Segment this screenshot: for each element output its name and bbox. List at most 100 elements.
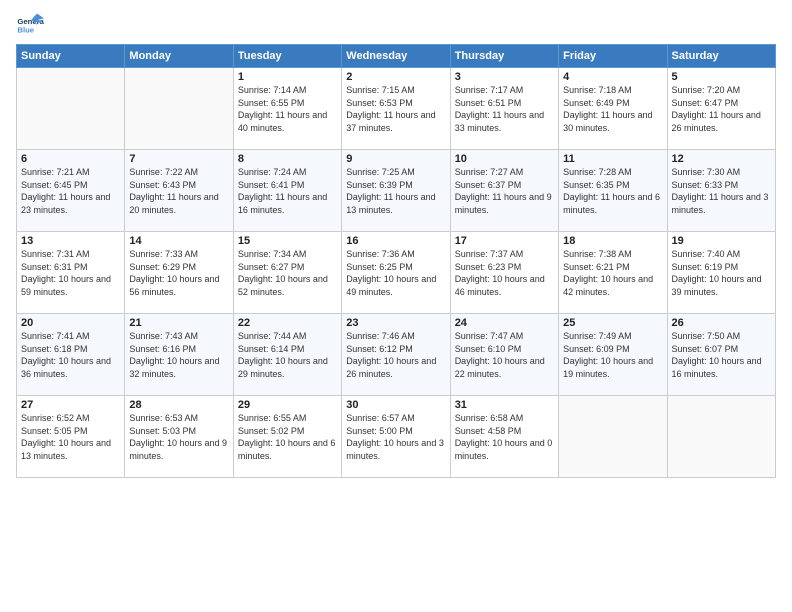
calendar-cell: 9Sunrise: 7:25 AM Sunset: 6:39 PM Daylig… — [342, 150, 450, 232]
calendar-cell: 23Sunrise: 7:46 AM Sunset: 6:12 PM Dayli… — [342, 314, 450, 396]
day-number: 21 — [129, 317, 228, 329]
day-info: Sunrise: 7:38 AM Sunset: 6:21 PM Dayligh… — [563, 248, 662, 298]
day-info: Sunrise: 7:18 AM Sunset: 6:49 PM Dayligh… — [563, 84, 662, 134]
calendar-cell — [559, 396, 667, 478]
day-number: 26 — [672, 317, 771, 329]
calendar-cell: 27Sunrise: 6:52 AM Sunset: 5:05 PM Dayli… — [17, 396, 125, 478]
calendar-cell: 25Sunrise: 7:49 AM Sunset: 6:09 PM Dayli… — [559, 314, 667, 396]
calendar-table: SundayMondayTuesdayWednesdayThursdayFrid… — [16, 44, 776, 478]
day-info: Sunrise: 7:22 AM Sunset: 6:43 PM Dayligh… — [129, 166, 228, 216]
day-info: Sunrise: 7:33 AM Sunset: 6:29 PM Dayligh… — [129, 248, 228, 298]
calendar-cell: 20Sunrise: 7:41 AM Sunset: 6:18 PM Dayli… — [17, 314, 125, 396]
day-number: 8 — [238, 153, 337, 165]
calendar-cell: 21Sunrise: 7:43 AM Sunset: 6:16 PM Dayli… — [125, 314, 233, 396]
calendar-cell: 16Sunrise: 7:36 AM Sunset: 6:25 PM Dayli… — [342, 232, 450, 314]
day-info: Sunrise: 7:31 AM Sunset: 6:31 PM Dayligh… — [21, 248, 120, 298]
day-info: Sunrise: 6:53 AM Sunset: 5:03 PM Dayligh… — [129, 412, 228, 462]
weekday-header-row: SundayMondayTuesdayWednesdayThursdayFrid… — [17, 45, 776, 68]
calendar-cell: 11Sunrise: 7:28 AM Sunset: 6:35 PM Dayli… — [559, 150, 667, 232]
day-number: 28 — [129, 399, 228, 411]
day-number: 19 — [672, 235, 771, 247]
calendar-cell: 8Sunrise: 7:24 AM Sunset: 6:41 PM Daylig… — [233, 150, 341, 232]
calendar-cell — [17, 68, 125, 150]
day-info: Sunrise: 7:44 AM Sunset: 6:14 PM Dayligh… — [238, 330, 337, 380]
day-number: 15 — [238, 235, 337, 247]
calendar-cell — [125, 68, 233, 150]
weekday-friday: Friday — [559, 45, 667, 68]
calendar-cell: 31Sunrise: 6:58 AM Sunset: 4:58 PM Dayli… — [450, 396, 558, 478]
calendar-cell: 24Sunrise: 7:47 AM Sunset: 6:10 PM Dayli… — [450, 314, 558, 396]
day-number: 14 — [129, 235, 228, 247]
logo: General Blue — [16, 10, 44, 38]
day-number: 12 — [672, 153, 771, 165]
weekday-thursday: Thursday — [450, 45, 558, 68]
calendar-cell — [667, 396, 775, 478]
calendar-week-5: 27Sunrise: 6:52 AM Sunset: 5:05 PM Dayli… — [17, 396, 776, 478]
calendar-cell: 3Sunrise: 7:17 AM Sunset: 6:51 PM Daylig… — [450, 68, 558, 150]
calendar-week-2: 6Sunrise: 7:21 AM Sunset: 6:45 PM Daylig… — [17, 150, 776, 232]
day-info: Sunrise: 7:47 AM Sunset: 6:10 PM Dayligh… — [455, 330, 554, 380]
day-number: 30 — [346, 399, 445, 411]
day-info: Sunrise: 7:25 AM Sunset: 6:39 PM Dayligh… — [346, 166, 445, 216]
calendar-cell: 2Sunrise: 7:15 AM Sunset: 6:53 PM Daylig… — [342, 68, 450, 150]
day-number: 24 — [455, 317, 554, 329]
calendar-cell: 13Sunrise: 7:31 AM Sunset: 6:31 PM Dayli… — [17, 232, 125, 314]
day-number: 2 — [346, 71, 445, 83]
day-number: 20 — [21, 317, 120, 329]
day-number: 27 — [21, 399, 120, 411]
day-number: 17 — [455, 235, 554, 247]
day-number: 31 — [455, 399, 554, 411]
day-number: 11 — [563, 153, 662, 165]
calendar-cell: 14Sunrise: 7:33 AM Sunset: 6:29 PM Dayli… — [125, 232, 233, 314]
day-info: Sunrise: 7:30 AM Sunset: 6:33 PM Dayligh… — [672, 166, 771, 216]
calendar-cell: 10Sunrise: 7:27 AM Sunset: 6:37 PM Dayli… — [450, 150, 558, 232]
day-number: 4 — [563, 71, 662, 83]
calendar-cell: 22Sunrise: 7:44 AM Sunset: 6:14 PM Dayli… — [233, 314, 341, 396]
day-number: 7 — [129, 153, 228, 165]
day-number: 25 — [563, 317, 662, 329]
calendar-cell: 12Sunrise: 7:30 AM Sunset: 6:33 PM Dayli… — [667, 150, 775, 232]
day-number: 10 — [455, 153, 554, 165]
weekday-wednesday: Wednesday — [342, 45, 450, 68]
svg-text:Blue: Blue — [17, 25, 34, 34]
day-number: 29 — [238, 399, 337, 411]
day-number: 9 — [346, 153, 445, 165]
page-header: General Blue — [16, 10, 776, 38]
day-info: Sunrise: 7:20 AM Sunset: 6:47 PM Dayligh… — [672, 84, 771, 134]
weekday-monday: Monday — [125, 45, 233, 68]
day-number: 18 — [563, 235, 662, 247]
day-info: Sunrise: 7:37 AM Sunset: 6:23 PM Dayligh… — [455, 248, 554, 298]
day-info: Sunrise: 7:43 AM Sunset: 6:16 PM Dayligh… — [129, 330, 228, 380]
weekday-saturday: Saturday — [667, 45, 775, 68]
day-number: 13 — [21, 235, 120, 247]
day-number: 16 — [346, 235, 445, 247]
calendar-cell: 4Sunrise: 7:18 AM Sunset: 6:49 PM Daylig… — [559, 68, 667, 150]
day-info: Sunrise: 7:15 AM Sunset: 6:53 PM Dayligh… — [346, 84, 445, 134]
calendar-cell: 6Sunrise: 7:21 AM Sunset: 6:45 PM Daylig… — [17, 150, 125, 232]
calendar-cell: 17Sunrise: 7:37 AM Sunset: 6:23 PM Dayli… — [450, 232, 558, 314]
day-number: 6 — [21, 153, 120, 165]
day-info: Sunrise: 7:50 AM Sunset: 6:07 PM Dayligh… — [672, 330, 771, 380]
calendar-cell: 5Sunrise: 7:20 AM Sunset: 6:47 PM Daylig… — [667, 68, 775, 150]
day-info: Sunrise: 6:52 AM Sunset: 5:05 PM Dayligh… — [21, 412, 120, 462]
day-info: Sunrise: 7:46 AM Sunset: 6:12 PM Dayligh… — [346, 330, 445, 380]
day-info: Sunrise: 6:57 AM Sunset: 5:00 PM Dayligh… — [346, 412, 445, 462]
day-number: 3 — [455, 71, 554, 83]
day-info: Sunrise: 7:36 AM Sunset: 6:25 PM Dayligh… — [346, 248, 445, 298]
day-info: Sunrise: 7:40 AM Sunset: 6:19 PM Dayligh… — [672, 248, 771, 298]
day-info: Sunrise: 7:41 AM Sunset: 6:18 PM Dayligh… — [21, 330, 120, 380]
calendar-cell: 7Sunrise: 7:22 AM Sunset: 6:43 PM Daylig… — [125, 150, 233, 232]
calendar-week-3: 13Sunrise: 7:31 AM Sunset: 6:31 PM Dayli… — [17, 232, 776, 314]
day-info: Sunrise: 7:27 AM Sunset: 6:37 PM Dayligh… — [455, 166, 554, 216]
day-info: Sunrise: 7:34 AM Sunset: 6:27 PM Dayligh… — [238, 248, 337, 298]
day-number: 1 — [238, 71, 337, 83]
calendar-cell: 29Sunrise: 6:55 AM Sunset: 5:02 PM Dayli… — [233, 396, 341, 478]
calendar-cell: 26Sunrise: 7:50 AM Sunset: 6:07 PM Dayli… — [667, 314, 775, 396]
calendar-cell: 19Sunrise: 7:40 AM Sunset: 6:19 PM Dayli… — [667, 232, 775, 314]
day-info: Sunrise: 6:58 AM Sunset: 4:58 PM Dayligh… — [455, 412, 554, 462]
weekday-sunday: Sunday — [17, 45, 125, 68]
day-info: Sunrise: 7:49 AM Sunset: 6:09 PM Dayligh… — [563, 330, 662, 380]
calendar-week-4: 20Sunrise: 7:41 AM Sunset: 6:18 PM Dayli… — [17, 314, 776, 396]
day-info: Sunrise: 6:55 AM Sunset: 5:02 PM Dayligh… — [238, 412, 337, 462]
day-info: Sunrise: 7:14 AM Sunset: 6:55 PM Dayligh… — [238, 84, 337, 134]
